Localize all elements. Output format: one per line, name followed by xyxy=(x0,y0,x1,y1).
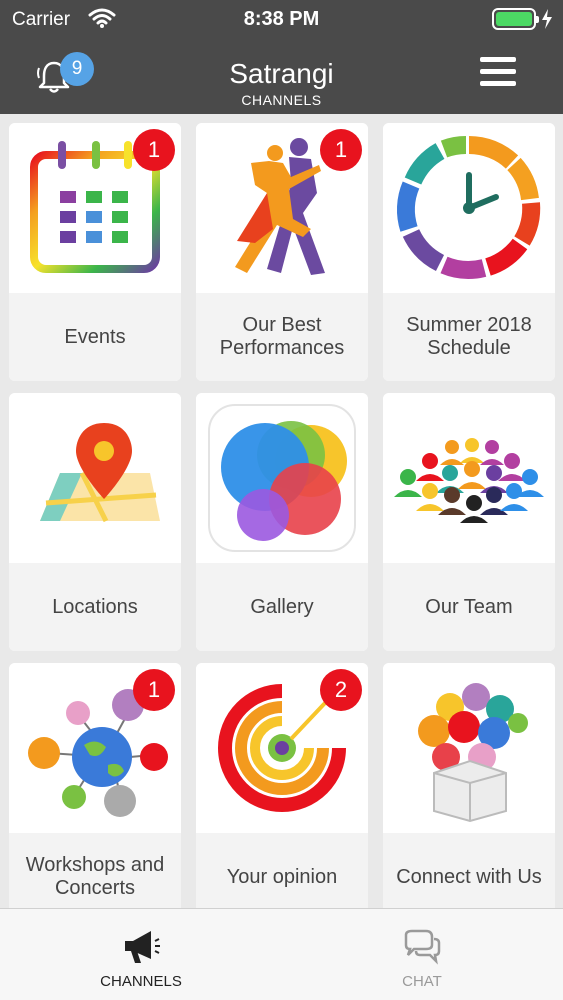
tile-summer-2018-schedule[interactable]: Summer 2018 Schedule xyxy=(383,123,555,381)
megaphone-icon xyxy=(125,931,160,963)
tile-badge: 1 xyxy=(133,129,175,171)
app-subtitle: CHANNELS xyxy=(241,92,322,108)
tab-bar: CHANNELS CHAT xyxy=(0,908,563,1000)
balloon-box-icon xyxy=(418,683,528,823)
tile-label: Summer 2018 Schedule xyxy=(383,293,555,381)
tile-label: Your opinion xyxy=(196,833,368,908)
tile-badge: 2 xyxy=(320,669,362,711)
status-bar: Carrier 8:38 PM xyxy=(0,0,563,40)
tile-our-best-performances[interactable]: Our Best Performances 1 xyxy=(196,123,368,381)
charging-bolt-icon xyxy=(542,9,552,29)
gallery-bubbles-icon xyxy=(208,404,356,552)
map-pin-icon xyxy=(40,423,160,523)
tile-label: Connect with Us xyxy=(383,833,555,908)
tile-events[interactable]: Events 1 xyxy=(9,123,181,381)
tile-our-team[interactable]: Our Team xyxy=(383,393,555,651)
channel-grid: Events 1 Our Best Performances 1 Summer … xyxy=(0,114,563,908)
tile-your-opinion[interactable]: Your opinion 2 xyxy=(196,663,368,908)
tab-label: CHAT xyxy=(402,973,442,990)
tile-locations[interactable]: Locations xyxy=(9,393,181,651)
tile-label: Gallery xyxy=(196,563,368,651)
tile-label: Workshops and Concerts xyxy=(9,833,181,908)
hamburger-menu-icon[interactable] xyxy=(480,57,516,89)
tile-label: Events xyxy=(9,293,181,381)
battery-level-fill xyxy=(496,12,532,26)
status-time: 8:38 PM xyxy=(243,8,320,30)
tile-connect-with-us[interactable]: Connect with Us xyxy=(383,663,555,908)
tile-label: Locations xyxy=(9,563,181,651)
app-header: 9 Satrangi CHANNELS xyxy=(0,40,563,114)
team-people-icon xyxy=(394,438,544,523)
tile-label: Our Team xyxy=(383,563,555,651)
battery-icon xyxy=(492,8,539,30)
app-title: Satrangi xyxy=(229,58,334,89)
chat-bubbles-icon xyxy=(404,929,441,965)
tab-channels[interactable]: CHANNELS xyxy=(41,909,241,1000)
tile-badge: 1 xyxy=(133,669,175,711)
tab-chat[interactable]: CHAT xyxy=(322,909,522,1000)
tile-gallery[interactable]: Gallery xyxy=(196,393,368,651)
tile-workshops-and-concerts[interactable]: Workshops and Concerts 1 xyxy=(9,663,181,908)
tile-badge: 1 xyxy=(320,129,362,171)
clock-icon xyxy=(396,136,541,279)
tab-label: CHANNELS xyxy=(100,973,182,990)
tile-label: Our Best Performances xyxy=(196,293,368,381)
